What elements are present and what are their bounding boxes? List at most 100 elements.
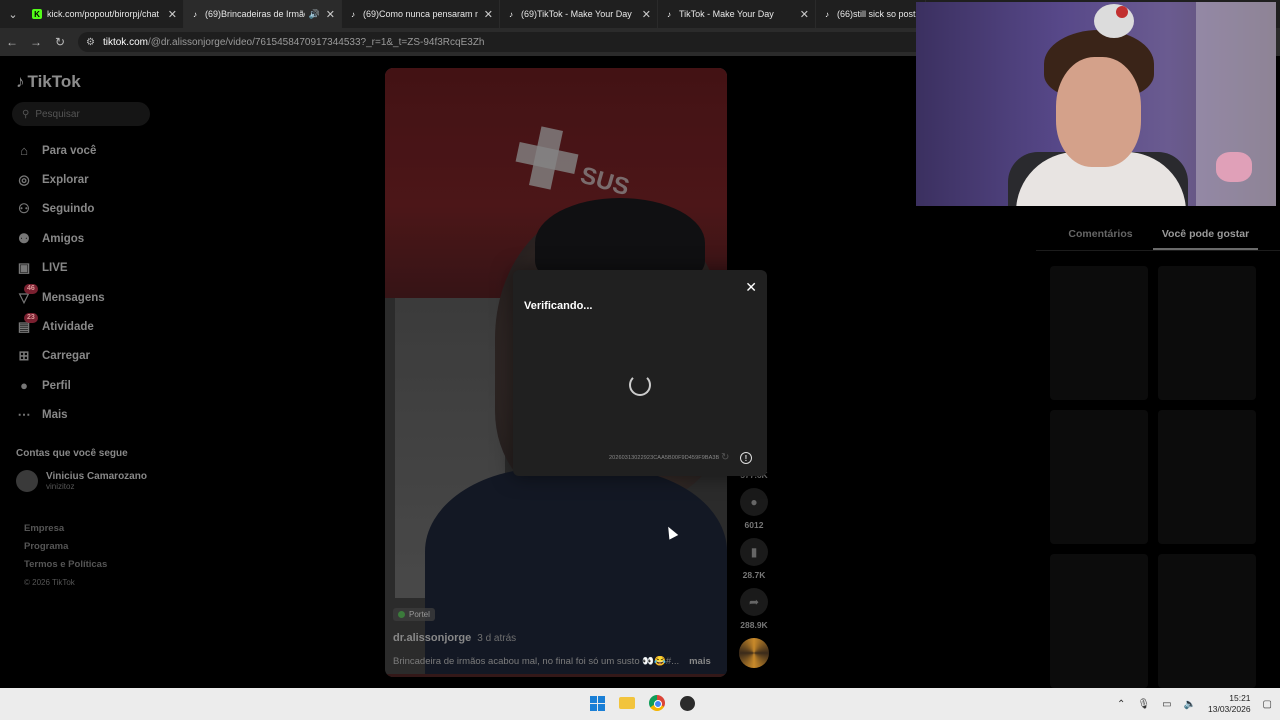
recommendation-placeholder[interactable] [1158,410,1256,544]
browser-tab-active[interactable]: ♪ (69)Brincadeiras de Irmãos 🔊 ✕ [184,0,342,28]
sidebar-item-para-voce[interactable]: ⌂ Para você [16,136,176,165]
video-description: Brincadeira de irmãos acabou mal, no fin… [393,656,723,667]
sidebar-item-label: Para você [42,144,97,157]
sidebar-item-label: Amigos [42,232,85,245]
close-icon[interactable]: ✕ [745,280,757,294]
tab-comentarios[interactable]: Comentários [1048,228,1153,250]
right-panel-tabs: Comentários Você pode gostar [1048,228,1258,250]
chrome-icon[interactable] [646,692,668,714]
sidebar-item-perfil[interactable]: ● Perfil [16,371,176,400]
following-section-title: Contas que você segue [16,448,128,459]
refresh-icon[interactable]: ↻ [721,452,729,463]
obs-icon[interactable] [676,692,698,714]
following-icon: ⚇ [18,201,30,217]
sidebar-item-live[interactable]: ▣ LIVE [16,254,176,283]
url-path: /@dr.alissonjorge/video/7615458470917344… [147,36,485,48]
recommendation-placeholder[interactable] [1050,410,1148,544]
forward-arrow-icon[interactable]: → [24,28,48,56]
captcha-title: Verificando... [524,300,593,312]
sidebar-item-explorar[interactable]: ◎ Explorar [16,165,176,194]
clock[interactable]: 15:21 13/03/2026 [1208,693,1251,715]
tiktok-icon: ♪ [351,9,355,19]
footer-link-programa[interactable]: Programa [24,538,107,556]
tab-search-chevron-icon[interactable]: ⌄ [0,0,26,28]
footer-link-empresa[interactable]: Empresa [24,520,107,538]
description-text: Brincadeira de irmãos acabou mal, no fin… [393,656,680,667]
friends-icon: ⚉ [18,230,30,246]
music-disc-icon[interactable] [739,638,769,668]
tiktok-logo[interactable]: ♪ TikTok [16,72,81,92]
author-handle: dr.alissonjorge [393,632,472,644]
webcam-person-face [1056,57,1141,167]
close-tab-icon[interactable]: ✕ [484,8,493,21]
video-progress-bar[interactable] [385,674,727,677]
sidebar-item-mensagens[interactable]: ▽ 46 Mensagens [16,283,176,312]
audio-playing-icon[interactable]: 🔊 [309,9,320,20]
notifications-icon[interactable]: ▢ [1263,699,1272,710]
chevron-up-icon[interactable]: ⌃ [1117,699,1125,710]
followed-account[interactable]: Vinicius Camarozano vinizitoz [16,470,147,492]
windows-taskbar: ⌃ 🎙 ▭ 🔈 15:21 13/03/2026 ▢ [0,688,1280,720]
save-action[interactable]: ▮ 28.7K [737,538,771,580]
captcha-modal: Verificando... ✕ 20260313022923CAA5B00F9… [513,270,767,476]
save-count: 28.7K [742,570,766,580]
recommendation-placeholder[interactable] [1050,554,1148,688]
share-icon[interactable]: ➦ [740,588,768,616]
microphone-icon[interactable]: 🎙 [1137,699,1150,710]
sidebar-item-seguindo[interactable]: ⚇ Seguindo [16,195,176,224]
captcha-id: 20260313022923CAA5B00F9D459F9BA3B [609,455,720,461]
sidebar-item-atividade[interactable]: ▤ 23 Atividade [16,312,176,341]
start-windows-icon[interactable] [586,692,608,714]
network-icon[interactable]: ▭ [1162,699,1171,710]
tab-title: TikTok - Make Your Day [679,9,774,19]
back-arrow-icon[interactable]: ← [0,28,24,56]
recommendation-placeholder[interactable] [1158,266,1256,400]
system-tray: ⌃ 🎙 ▭ 🔈 15:21 13/03/2026 ▢ [1117,688,1272,720]
info-icon[interactable]: ! [740,452,752,464]
close-tab-icon[interactable]: ✕ [800,8,809,21]
activity-icon: ▤ 23 [16,313,38,335]
messages-icon: ▽ 46 [16,283,38,306]
site-info-icon[interactable]: ⚙ [86,37,95,48]
footer-link-termos[interactable]: Termos e Políticas [24,556,107,574]
reload-icon[interactable]: ↻ [48,28,72,56]
recommendation-placeholder[interactable] [1158,554,1256,688]
browser-tab[interactable]: ♪ TikTok - Make Your Day ✕ [658,0,816,28]
upload-icon: ⊞ [18,348,30,364]
sidebar-item-label: Seguindo [42,203,95,216]
webcam-plant [1216,152,1252,182]
sidebar-item-amigos[interactable]: ⚉ Amigos [16,224,176,253]
volume-icon[interactable]: 🔈 [1184,699,1196,710]
tab-title: (69)Brincadeiras de Irmãos [205,9,305,19]
tab-title: (66)still sick so postin [837,9,919,19]
browser-tab[interactable]: K kick.com/popout/birorpj/chat ✕ [26,0,184,28]
sidebar-item-label: LIVE [42,262,68,275]
tiktok-icon: ♪ [825,9,829,19]
tab-voce-pode-gostar[interactable]: Você pode gostar [1153,228,1258,250]
home-icon: ⌂ [20,143,28,159]
location-tag[interactable]: Portel [393,608,435,621]
bookmark-icon[interactable]: ▮ [740,538,768,566]
url-host: tiktok.com [102,36,148,48]
recommendation-placeholder[interactable] [1050,266,1148,400]
browser-tab[interactable]: ♪ (69)TikTok - Make Your Day ✕ [500,0,658,28]
kick-icon: K [32,9,42,19]
sidebar-item-mais[interactable]: ⋯ Mais [16,401,176,430]
comment-action[interactable]: ● 6012 [737,488,771,530]
close-tab-icon[interactable]: ✕ [168,8,177,21]
sidebar-item-label: Perfil [42,379,71,392]
sidebar-item-label: Carregar [42,350,90,363]
sidebar-item-carregar[interactable]: ⊞ Carregar [16,342,176,371]
more-link[interactable]: mais [689,656,711,667]
search-input[interactable]: ⚲ Pesquisar [12,102,150,126]
post-time: 3 d atrás [477,633,517,644]
browser-tab[interactable]: ♪ (69)Como nunca pensaram nis ✕ [342,0,500,28]
close-tab-icon[interactable]: ✕ [326,8,335,21]
comment-icon[interactable]: ● [740,488,768,516]
close-tab-icon[interactable]: ✕ [642,8,651,21]
video-author[interactable]: dr.alissonjorge 3 d atrás [393,632,516,644]
file-explorer-icon[interactable] [616,692,638,714]
location-pin-icon [398,611,405,618]
share-action[interactable]: ➦ 288.9K [737,588,771,630]
browser-tab[interactable]: ♪ (66)still sick so postin [816,0,926,28]
